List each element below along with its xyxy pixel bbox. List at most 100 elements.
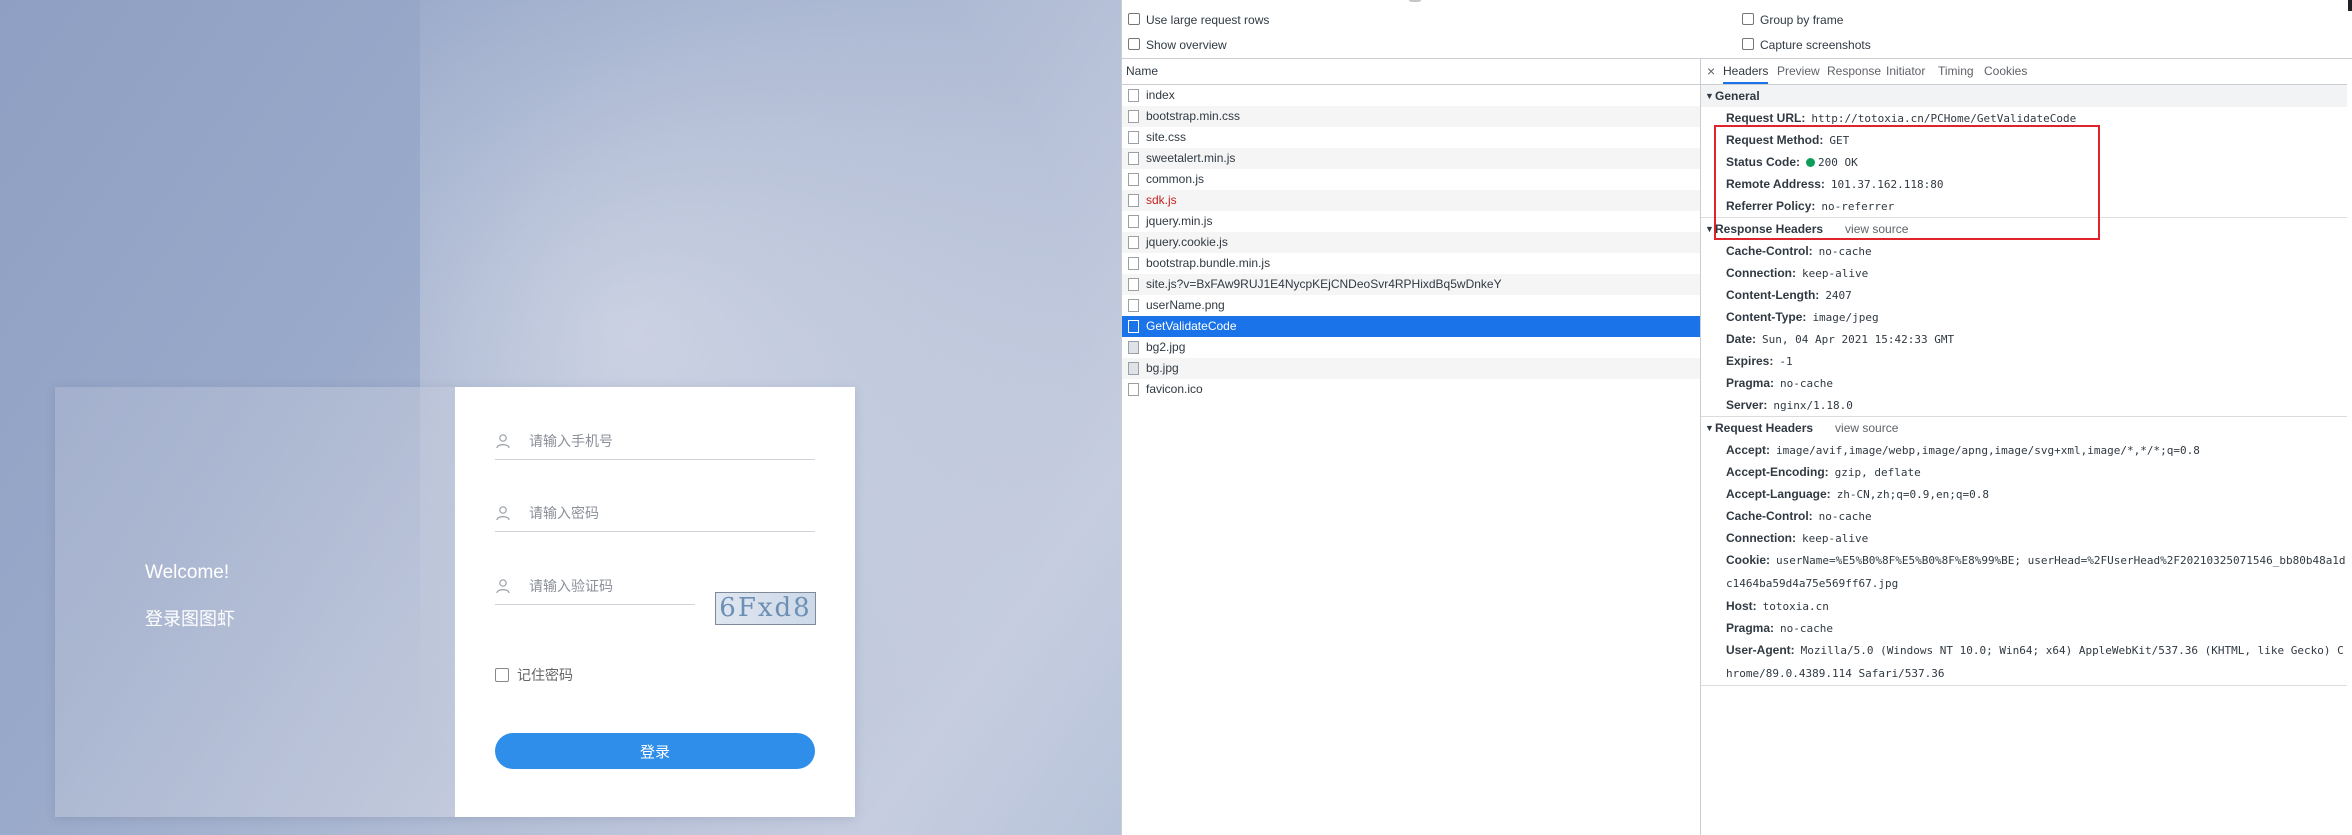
name-column-header[interactable]: Name [1122,59,1700,85]
collapse-triangle-icon: ▼ [1705,224,1714,234]
large-rows-checkbox[interactable] [1128,13,1140,25]
response-headers-section-header[interactable]: ▼ Response Headers view source [1701,218,2352,240]
group-by-frame-label: Group by frame [1760,13,1844,27]
request-row[interactable]: common.js [1122,169,1700,190]
user-icon [496,579,510,594]
request-row[interactable]: bootstrap.bundle.min.js [1122,253,1700,274]
request-header-row: Accept-Encoding: gzip, deflate [1726,465,1921,479]
request-row-selected[interactable]: GetValidateCode [1122,316,1700,337]
large-rows-label: Use large request rows [1146,13,1270,27]
scrollbar[interactable] [2347,84,2352,835]
request-row[interactable]: bg2.jpg [1122,337,1700,358]
login-card: Welcome! 登录图图虾 请输入手机号 请输入验证码 6Fxd8 记住密码 … [55,387,855,817]
request-header-row: Pragma: no-cache [1726,621,1834,635]
tab-response[interactable]: Response [1827,59,1881,84]
login-page: Welcome! 登录图图虾 请输入手机号 请输入验证码 6Fxd8 记住密码 … [0,0,1121,835]
close-icon[interactable]: × [1707,59,1715,83]
general-row: Remote Address: 101.37.162.118:80 [1726,177,1944,191]
captcha-image[interactable]: 6Fxd8 [715,592,816,625]
large-rows-option[interactable]: Use large request rows [1128,13,1269,27]
request-header-row: Connection: keep-alive [1726,531,1869,545]
general-row: Request Method: GET [1726,133,1850,147]
login-form: 6Fxd8 记住密码 登录 [455,387,855,817]
request-row[interactable]: site.css [1122,127,1700,148]
response-header-row: Server: nginx/1.18.0 [1726,398,1853,412]
view-source-link[interactable]: view source [1845,222,1908,236]
request-row[interactable]: site.js?v=BxFAw9RUJ1E4NycpKEjCNDeoSvr4RP… [1122,274,1700,295]
welcome-panel: Welcome! 登录图图虾 [55,387,455,817]
phone-field [495,425,815,460]
request-row[interactable]: bg.jpg [1122,358,1700,379]
file-icon [1128,320,1139,333]
file-icon [1128,89,1139,102]
view-source-link[interactable]: view source [1835,421,1898,435]
show-overview-checkbox[interactable] [1128,38,1140,50]
image-file-icon [1128,362,1139,375]
request-row[interactable]: jquery.cookie.js [1122,232,1700,253]
remember-password[interactable]: 记住密码 [495,665,573,685]
request-row[interactable]: userName.png [1122,295,1700,316]
phone-input[interactable] [527,429,801,455]
show-overview-option[interactable]: Show overview [1128,38,1227,52]
tab-cookies[interactable]: Cookies [1984,59,2027,84]
request-headers-section-header[interactable]: ▼ Request Headers view source [1701,417,2352,439]
password-field [495,497,815,532]
request-header-row: Accept-Language: zh-CN,zh;q=0.9,en;q=0.8 [1726,487,1990,501]
response-header-row: Pragma: no-cache [1726,376,1834,390]
request-header-row: Cookie: userName=%E5%B0%8F%E5%B0%8F%E8%99… [1726,553,2346,590]
panel-edge [2348,0,2352,11]
file-icon [1128,194,1139,207]
welcome-title: Welcome! [145,562,230,583]
user-icon [496,434,510,449]
password-input[interactable] [527,501,801,527]
group-by-frame-option[interactable]: Group by frame [1742,13,1843,27]
request-row[interactable]: jquery.min.js [1122,211,1700,232]
capture-screenshots-checkbox[interactable] [1742,38,1754,50]
response-header-row: Connection: keep-alive [1726,266,1869,280]
response-header-row: Cache-Control: no-cache [1726,244,1872,258]
tab-headers[interactable]: Headers [1723,59,1769,84]
captcha-input[interactable] [527,574,681,600]
file-icon [1128,236,1139,249]
group-by-frame-checkbox[interactable] [1742,13,1754,25]
general-row: Referrer Policy: no-referrer [1726,199,1895,213]
collapse-triangle-icon: ▼ [1705,423,1714,433]
request-header-row: Host: totoxia.cn [1726,599,1829,613]
request-row[interactable]: index [1122,85,1700,106]
request-header-row: User-Agent: Mozilla/5.0 (Windows NT 10.0;… [1726,643,2344,680]
general-row: Request URL: http://totoxia.cn/PCHome/Get… [1726,111,2077,125]
request-row[interactable]: sweetalert.min.js [1122,148,1700,169]
request-list: Name index bootstrap.min.css site.css sw… [1122,59,1701,835]
general-section-header[interactable]: ▼ General [1701,85,2352,107]
login-button[interactable]: 登录 [495,733,815,769]
file-icon [1128,299,1139,312]
response-header-row: Expires: -1 [1726,354,1793,368]
user-icon [496,506,510,521]
status-ok-icon [1806,158,1816,167]
headers-content: ▼ General Request URL: http://totoxia.cn/P… [1701,85,2352,686]
file-icon [1128,383,1139,396]
tab-timing[interactable]: Timing [1938,59,1974,84]
file-icon [1128,278,1139,291]
tab-preview[interactable]: Preview [1777,59,1820,84]
network-options-bar: Use large request rows Show overview Gro… [1122,0,2352,59]
request-row[interactable]: favicon.ico [1122,379,1700,400]
request-details: × Headers Preview Response Initiator Tim… [1701,59,2352,835]
response-header-row: Date: Sun, 04 Apr 2021 15:42:33 GMT [1726,332,1955,346]
general-row: Status Code: 200 OK [1726,155,1858,169]
request-header-row: Accept: image/avif,image/webp,image/apng,… [1726,443,2200,457]
response-header-row: Content-Length: 2407 [1726,288,1852,302]
remember-label: 记住密码 [517,668,573,684]
file-icon [1128,152,1139,165]
request-row[interactable]: bootstrap.min.css [1122,106,1700,127]
tab-initiator[interactable]: Initiator [1886,59,1925,84]
capture-screenshots-option[interactable]: Capture screenshots [1742,38,1871,52]
file-icon [1128,215,1139,228]
captcha-field [495,570,695,605]
scroll-thumb[interactable] [1408,0,1422,2]
request-row-error[interactable]: sdk.js [1122,190,1700,211]
image-file-icon [1128,341,1139,354]
collapse-triangle-icon: ▼ [1705,91,1714,101]
remember-checkbox[interactable] [495,668,509,682]
response-header-row: Content-Type: image/jpeg [1726,310,1879,324]
